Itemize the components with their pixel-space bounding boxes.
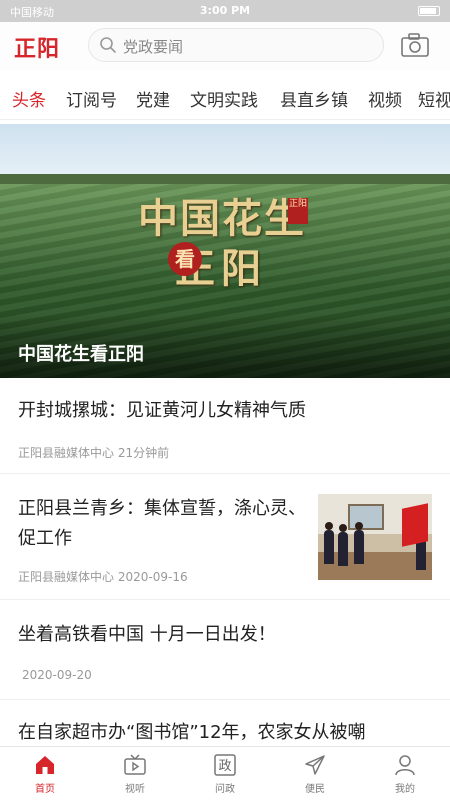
- news-meta: 正阳县融媒体中心 2020-09-16: [18, 568, 188, 585]
- nav-label: 视听: [125, 784, 145, 795]
- nav-audiovisual[interactable]: 视听: [100, 753, 170, 795]
- nav-home[interactable]: 首页: [10, 753, 80, 795]
- nav-ask-government[interactable]: 政 问政: [190, 753, 260, 795]
- tab-subscriptions[interactable]: 订阅号: [66, 86, 117, 111]
- tv-icon: [124, 754, 146, 775]
- news-meta: 正阳县融媒体中心 21分钟前: [18, 444, 169, 461]
- home-icon: [36, 756, 54, 774]
- hero-treeline: [0, 174, 450, 184]
- news-thumbnail[interactable]: [318, 494, 432, 580]
- news-title: 正阳县兰青乡：集体宣誓，涤心灵、促工作: [18, 498, 306, 549]
- user-icon: [395, 755, 415, 776]
- nav-convenience[interactable]: 便民: [280, 753, 350, 795]
- thumb-window: [348, 504, 384, 530]
- nav-label: 便民: [305, 784, 325, 795]
- question-icon-glyph: 政: [218, 759, 231, 774]
- camera-icon[interactable]: [400, 32, 430, 58]
- thumb-person: [354, 522, 364, 564]
- top-area: 中国移动 3:00 PM 正阳 党政要闻: [0, 0, 450, 70]
- hero-calligraphy-mark: 看: [168, 242, 202, 276]
- hero-caption: 中国花生看正阳: [18, 344, 144, 365]
- news-source: 正阳县融媒体中心: [18, 446, 115, 460]
- nav-mine[interactable]: 我的: [370, 753, 440, 795]
- tab-headlines[interactable]: 头条: [12, 86, 46, 111]
- bottom-navigation: 首页 视听 政 问政 便民 我的: [0, 746, 450, 800]
- hero-banner[interactable]: 中国花生 正阳 正阳 看 中国花生看正阳: [0, 124, 450, 378]
- battery-icon: [418, 6, 440, 16]
- news-item[interactable]: 在自家超市办“图书馆”12年，农家女从被嘲: [0, 700, 450, 746]
- news-title: 坐着高铁看中国 十月一日出发！: [18, 624, 276, 645]
- thumb-person: [338, 524, 348, 566]
- channel-tabs: 头条 订阅号 党建 文明实践 县直乡镇 视频 短视: [0, 78, 450, 120]
- thumb-person: [324, 522, 334, 564]
- thumb-flag: [402, 503, 428, 547]
- news-title: 在自家超市办“图书馆”12年，农家女从被嘲: [18, 722, 366, 743]
- news-time: 2020-09-16: [117, 570, 188, 584]
- app-header: 正阳 党政要闻: [0, 22, 450, 70]
- send-icon: [305, 755, 325, 775]
- hero-seal: 正阳: [288, 198, 308, 224]
- status-bar: 中国移动 3:00 PM: [0, 0, 450, 22]
- news-item[interactable]: 开封城摞城：见证黄河儿女精神气质 正阳县融媒体中心 21分钟前: [0, 378, 450, 474]
- news-item[interactable]: 坐着高铁看中国 十月一日出发！ 2020-09-20: [0, 600, 450, 700]
- news-title: 开封城摞城：见证黄河儿女精神气质: [18, 400, 306, 421]
- tab-civilization-practice[interactable]: 文明实践: [190, 86, 258, 111]
- news-source: 正阳县融媒体中心: [18, 570, 115, 584]
- thumb-floor: [318, 552, 432, 580]
- tab-county-towns[interactable]: 县直乡镇: [280, 86, 348, 111]
- tab-short-video[interactable]: 短视: [418, 86, 450, 111]
- app-logo: 正阳: [14, 36, 61, 62]
- question-icon: 政: [214, 754, 236, 776]
- clock: 3:00 PM: [199, 4, 251, 17]
- search-placeholder: 党政要闻: [123, 38, 184, 56]
- nav-label: 问政: [215, 784, 235, 795]
- tab-party-building[interactable]: 党建: [136, 86, 170, 111]
- news-meta: 2020-09-20: [22, 668, 92, 682]
- nav-label: 我的: [395, 784, 415, 795]
- tab-video[interactable]: 视频: [368, 86, 402, 111]
- news-time: 2020-09-20: [22, 668, 92, 682]
- search-bar[interactable]: 党政要闻: [88, 28, 384, 62]
- search-icon: [100, 37, 116, 53]
- news-time: 21分钟前: [117, 446, 170, 460]
- nav-label: 首页: [35, 784, 55, 795]
